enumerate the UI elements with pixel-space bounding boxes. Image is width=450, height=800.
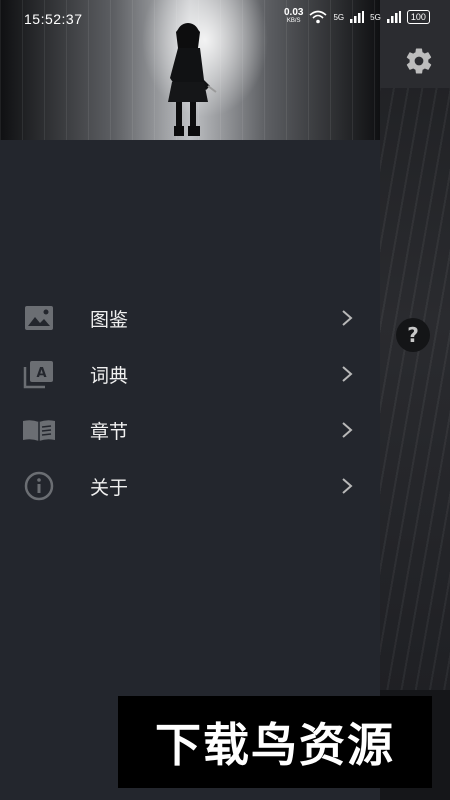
network-speed: 0.03 KB/S (284, 7, 304, 25)
menu-item-about[interactable]: 关于 (0, 458, 380, 514)
dictionary-icon: A (22, 357, 56, 391)
info-icon (22, 469, 56, 503)
book-icon (22, 413, 56, 447)
menu-item-label: 章节 (90, 420, 129, 443)
chevron-right-icon (342, 310, 353, 326)
status-icons: 0.03 KB/S 5G 5G 100 (284, 7, 430, 25)
image-icon (22, 301, 56, 335)
svg-text:A: A (36, 366, 46, 381)
status-bar: 15:52:37 0.03 KB/S 5G 5G 100 (0, 0, 450, 38)
watermark-text: 下载鸟资源 (155, 718, 395, 772)
signal-2-label: 5G (370, 12, 381, 22)
wifi-icon (309, 10, 327, 24)
chevron-right-icon (342, 366, 353, 382)
background-panel: ? (380, 0, 450, 800)
watermark-banner: 下载鸟资源 (118, 696, 432, 788)
signal-1-label: 5G (333, 12, 345, 22)
drawer-menu: 图鉴 A 词典 章节 关于 (0, 290, 380, 514)
status-time: 15:52:37 (24, 11, 83, 27)
chevron-right-icon (342, 422, 353, 438)
menu-item-label: 图鉴 (90, 308, 129, 331)
menu-item-label: 关于 (90, 476, 129, 499)
signal-bars-icon (350, 11, 365, 23)
signal-bars-icon (386, 11, 401, 23)
menu-item-label: 词典 (90, 364, 129, 387)
gear-icon[interactable] (404, 46, 434, 76)
navigation-drawer: 图鉴 A 词典 章节 关于 (0, 0, 380, 800)
battery-indicator: 100 (406, 10, 430, 24)
chevron-right-icon (342, 478, 353, 494)
menu-item-gallery[interactable]: 图鉴 (0, 290, 380, 346)
help-button[interactable]: ? (396, 318, 430, 352)
menu-item-dictionary[interactable]: A 词典 (0, 346, 380, 402)
menu-item-chapters[interactable]: 章节 (0, 402, 380, 458)
